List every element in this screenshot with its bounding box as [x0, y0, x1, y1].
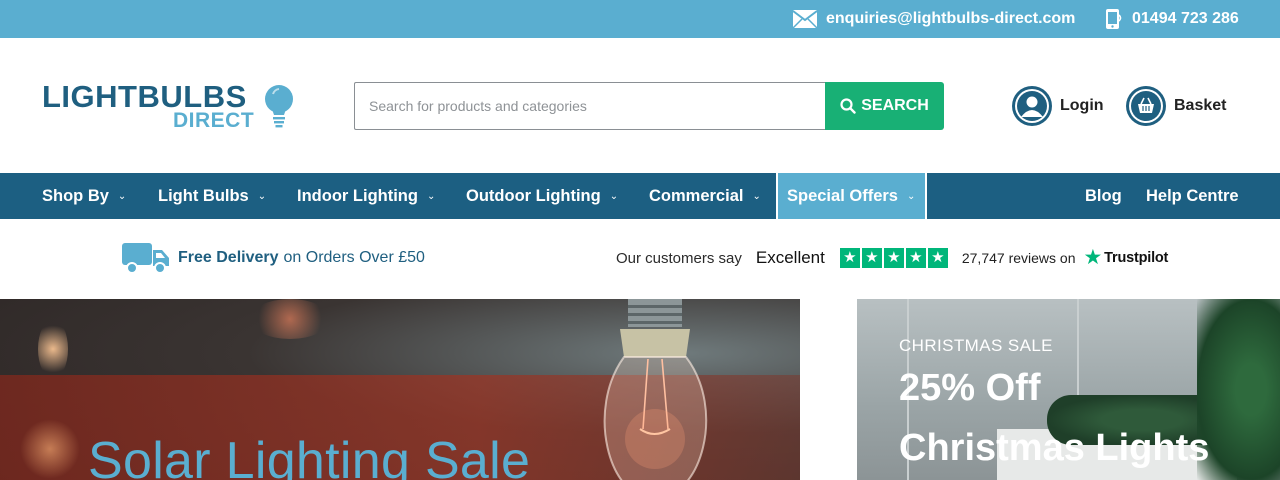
user-icon — [1012, 86, 1052, 126]
star-icon: ★ — [839, 248, 860, 268]
phone-link[interactable]: 01494 723 286 — [1104, 0, 1239, 38]
trustpilot-brand-text: Trustpilot — [1104, 250, 1169, 266]
site-header: LIGHTBULBS DIRECT SEARCH — [0, 38, 1280, 173]
email-link[interactable]: enquiries@lightbulbs-direct.com — [792, 0, 1075, 38]
hero-christmas-discount: 25% Off — [899, 367, 1041, 409]
nav-item-special-offers[interactable]: Special Offers ⌄ — [776, 173, 928, 219]
decorative-tree — [1197, 299, 1280, 480]
hero-christmas-title: Christmas Lights — [899, 427, 1210, 469]
delivery-rest-text: on Orders Over £50 — [283, 249, 425, 266]
top-bar: enquiries@lightbulbs-direct.com 01494 72… — [0, 0, 1280, 38]
nav-item-shop-by[interactable]: Shop By ⌄ — [42, 173, 126, 219]
nav-item-light-bulbs[interactable]: Light Bulbs ⌄ — [158, 173, 266, 219]
nav-item-indoor-lighting[interactable]: Indoor Lighting ⌄ — [297, 173, 435, 219]
hero-banner-christmas[interactable]: CHRISTMAS SALE 25% Off Christmas Lights — [857, 299, 1280, 480]
phone-icon — [1106, 9, 1122, 29]
filament-bulb-image — [603, 299, 708, 480]
site-logo[interactable]: LIGHTBULBS DIRECT — [42, 80, 298, 136]
hero-christmas-kicker: CHRISTMAS SALE — [899, 336, 1053, 355]
decorative-glow — [20, 419, 80, 479]
star-icon: ★ — [861, 248, 882, 268]
delivery-bold-text: Free Delivery — [178, 249, 279, 266]
search-bar: SEARCH — [354, 82, 944, 130]
search-button[interactable]: SEARCH — [825, 82, 944, 130]
phone-text: 01494 723 286 — [1132, 10, 1239, 27]
basket-label: Basket — [1174, 97, 1227, 114]
decorative-glow — [38, 319, 68, 379]
star-icon: ★ — [905, 248, 926, 268]
login-label: Login — [1060, 97, 1104, 114]
search-input[interactable] — [354, 82, 826, 130]
nav-item-outdoor-lighting[interactable]: Outdoor Lighting ⌄ — [466, 173, 618, 219]
chevron-down-icon: ⌄ — [752, 190, 761, 202]
hero-solar-title: Solar Lighting Sale — [88, 432, 531, 480]
login-link[interactable]: Login — [1012, 85, 1104, 127]
basket-icon — [1126, 86, 1166, 126]
star-icon: ★ — [883, 248, 904, 268]
nav-item-label: Blog — [1085, 186, 1122, 205]
envelope-icon — [792, 10, 818, 29]
chevron-down-icon: ⌄ — [257, 190, 267, 202]
nav-item-label: Shop By — [42, 186, 109, 205]
chevron-down-icon: ⌄ — [426, 190, 436, 202]
trustpilot-review-count: 27,747 reviews on — [961, 250, 1076, 266]
hero-banner-solar[interactable]: Solar Lighting Sale — [0, 299, 800, 480]
delivery-truck-icon — [122, 243, 169, 274]
nav-item-label: Commercial — [649, 186, 744, 205]
nav-item-blog[interactable]: Blog — [1085, 173, 1122, 219]
trustpilot-widget[interactable]: Our customers say Excellent ★ ★ ★ ★ ★ 27… — [616, 245, 1168, 271]
trustpilot-stars: ★ ★ ★ ★ ★ — [839, 248, 950, 268]
free-delivery-banner[interactable]: Free Delivery on Orders Over £50 — [122, 241, 425, 275]
decorative-glow — [250, 299, 330, 339]
nav-item-label: Light Bulbs — [158, 186, 249, 205]
nav-item-label: Outdoor Lighting — [466, 186, 601, 205]
nav-item-commercial[interactable]: Commercial ⌄ — [649, 173, 761, 219]
usp-strip: Free Delivery on Orders Over £50 Our cus… — [0, 219, 1280, 299]
trustpilot-logo: ★ Trustpilot — [1083, 246, 1169, 269]
logo-line2: DIRECT — [173, 109, 255, 132]
trustpilot-rating-word: Excellent — [755, 248, 825, 267]
search-button-label: SEARCH — [861, 97, 929, 114]
email-text: enquiries@lightbulbs-direct.com — [826, 10, 1076, 27]
nav-item-help-centre[interactable]: Help Centre — [1146, 173, 1239, 219]
nav-item-label: Help Centre — [1146, 186, 1239, 205]
chevron-down-icon: ⌄ — [117, 190, 127, 202]
trustpilot-star-icon: ★ — [1083, 246, 1103, 269]
chevron-down-icon: ⌄ — [609, 190, 619, 202]
star-icon: ★ — [927, 248, 948, 268]
lightbulb-logo-icon — [265, 85, 293, 128]
nav-item-label: Indoor Lighting — [297, 186, 418, 205]
basket-link[interactable]: Basket — [1126, 85, 1226, 127]
search-icon — [840, 98, 856, 114]
chevron-down-icon: ⌄ — [906, 190, 916, 202]
main-nav: Shop By ⌄ Light Bulbs ⌄ Indoor Lighting … — [0, 173, 1280, 219]
trustpilot-intro: Our customers say — [616, 249, 742, 267]
nav-item-label: Special Offers — [787, 186, 898, 205]
